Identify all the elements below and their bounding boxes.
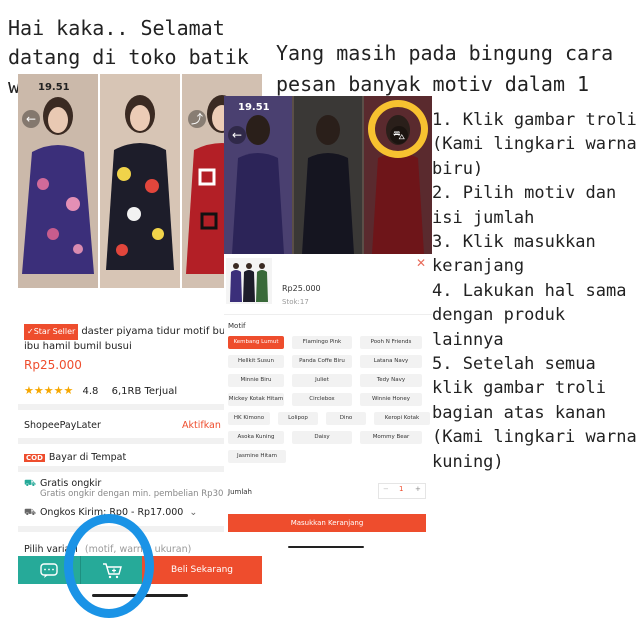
- status-time: 19.51: [38, 82, 70, 93]
- model-purple-dress-image: [18, 74, 98, 288]
- shipping-subtitle: Gratis ongkir dengan min. pembelian Rp30…: [40, 489, 243, 499]
- motif-option[interactable]: Circlebox: [292, 393, 352, 406]
- blue-highlight-circle: [64, 514, 154, 618]
- product-price: Rp25.000: [24, 358, 82, 372]
- product-photo-1: 19.51 ←: [18, 74, 98, 288]
- home-indicator: [288, 546, 364, 548]
- motif-option[interactable]: Mommy Bear: [360, 431, 422, 444]
- motif-option[interactable]: Jasmine Hitam: [228, 450, 286, 463]
- status-time: 19.51: [238, 102, 270, 113]
- sheet-price: Rp25.000: [282, 284, 321, 293]
- back-arrow-icon[interactable]: ←: [22, 110, 40, 128]
- variant-sheet-screenshot: 19.51 ← ⛍ Rp25.000 Stok:17 ✕ Motif Kemba…: [224, 96, 432, 556]
- quantity-stepper[interactable]: − 1 +: [378, 483, 426, 499]
- stock-count: Stok:17: [282, 298, 309, 306]
- motif-option[interactable]: Tedy Navy: [360, 374, 422, 387]
- motif-option[interactable]: Latana Navy: [360, 355, 422, 368]
- motif-option[interactable]: Asoka Kuning: [228, 431, 284, 444]
- motif-option[interactable]: Panda Coffe Biru: [292, 355, 352, 368]
- increment-button[interactable]: +: [415, 485, 421, 493]
- motif-option[interactable]: Winnie Honey: [360, 393, 422, 406]
- motif-option[interactable]: Keropi Kotak: [374, 412, 430, 425]
- cod-label: Bayar di Tempat: [48, 452, 127, 463]
- truck-icon: ⛟: [24, 478, 36, 489]
- paylater-label: ShopeePayLater: [24, 420, 101, 431]
- quantity-value[interactable]: 1: [399, 485, 403, 493]
- motif-option[interactable]: Juliet: [292, 374, 352, 387]
- chevron-down-icon: ⌄: [189, 507, 198, 518]
- motif-option[interactable]: Minnie Biru: [228, 374, 284, 387]
- decrement-button[interactable]: −: [383, 485, 389, 493]
- motif-option[interactable]: HK Kimono: [228, 412, 270, 425]
- shipping-icon: ⛟: [24, 507, 36, 518]
- share-icon[interactable]: ⤴: [188, 110, 206, 128]
- selected-variant-thumbnail: [226, 258, 272, 304]
- motif-option[interactable]: Mickey Kotak Hitam: [228, 393, 284, 406]
- instruction-steps: 1. Klik gambar troli (Kami lingkari warn…: [432, 110, 637, 472]
- yellow-highlight-circle: [368, 100, 428, 158]
- variant-thumbnail-image: [230, 263, 268, 302]
- add-to-cart-submit-button[interactable]: Masukkan Keranjang: [228, 514, 426, 532]
- motif-option[interactable]: Dino: [326, 412, 366, 425]
- quantity-label: Jumlah: [228, 488, 252, 496]
- close-icon[interactable]: ✕: [416, 256, 426, 270]
- rating-row: ★★★★★ 4.8 6,1RB Terjual: [24, 384, 177, 397]
- sold-count: 6,1RB Terjual: [111, 386, 178, 397]
- sheet-divider: [224, 314, 432, 315]
- variant-bottom-sheet: Rp25.000 Stok:17 ✕ Motif Kembang Lumut Fl…: [224, 254, 432, 556]
- buy-now-button[interactable]: Beli Sekarang: [142, 556, 262, 584]
- motif-option[interactable]: Lolipop: [278, 412, 318, 425]
- cod-badge: COD: [24, 454, 45, 462]
- rating-stars-icon: ★★★★★: [24, 384, 74, 397]
- back-arrow-icon[interactable]: ←: [228, 126, 246, 144]
- rating-value: 4.8: [82, 386, 99, 397]
- motif-option[interactable]: Pooh N Friends: [360, 336, 422, 349]
- motif-option[interactable]: Flamingo Pink: [292, 336, 352, 349]
- motif-option[interactable]: Daisy: [292, 431, 352, 444]
- motif-label: Motif: [228, 322, 246, 330]
- model-floral-dress-image: [100, 74, 180, 288]
- shipping-title: Gratis ongkir: [39, 478, 102, 489]
- motif-option[interactable]: Kembang Lumut: [228, 336, 284, 349]
- product-photo-2: [100, 74, 180, 288]
- cod-row[interactable]: COD Bayar di Tempat: [24, 452, 126, 463]
- star-seller-badge: ✓Star Seller: [24, 324, 79, 340]
- motif-option[interactable]: Hellkit Susun: [228, 355, 284, 368]
